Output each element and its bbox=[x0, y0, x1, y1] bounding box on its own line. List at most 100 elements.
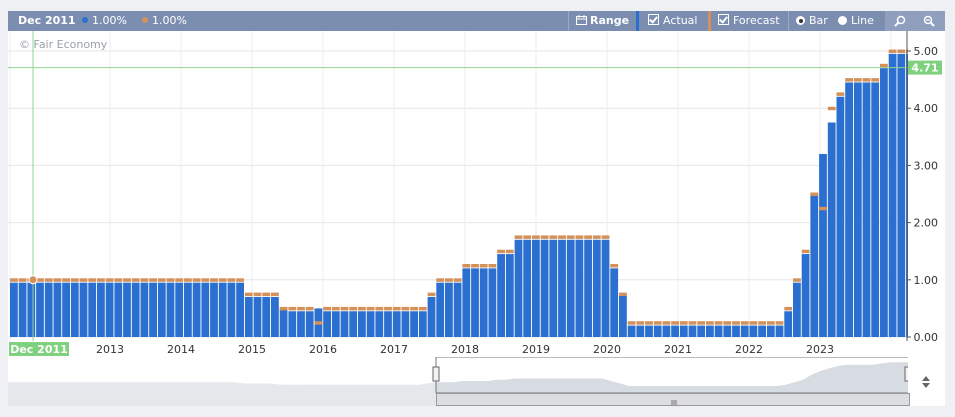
actual-bar bbox=[418, 311, 427, 337]
watermark: © Fair Economy bbox=[19, 38, 108, 51]
forecast-toggle[interactable]: Forecast bbox=[718, 11, 780, 31]
y-tick-label: 3.00 bbox=[914, 159, 939, 172]
forecast-marker bbox=[70, 278, 79, 282]
y-tick-label: 0.00 bbox=[914, 331, 939, 344]
forecast-marker bbox=[97, 278, 105, 282]
navigator-handle-left bbox=[432, 366, 440, 382]
forecast-marker bbox=[88, 278, 97, 282]
actual-bar bbox=[766, 325, 775, 337]
forecast-marker bbox=[558, 235, 566, 239]
forecast-marker bbox=[679, 321, 688, 325]
actual-bar bbox=[27, 282, 36, 337]
x-axis: Dec 2011 2013 2014 2015 2016 2017 2018 2019 2020… bbox=[8, 341, 908, 357]
zoom-out-button[interactable] bbox=[915, 11, 945, 31]
actual-bar bbox=[558, 239, 566, 337]
range-label: Range bbox=[590, 14, 630, 27]
actual-bar bbox=[862, 82, 871, 338]
actual-bar bbox=[584, 239, 592, 337]
actual-bar bbox=[166, 282, 175, 337]
navigator[interactable] bbox=[8, 356, 912, 394]
forecast-marker bbox=[827, 106, 836, 111]
actual-bar bbox=[436, 282, 445, 337]
forecast-marker bbox=[740, 321, 749, 325]
forecast-marker bbox=[227, 278, 236, 282]
forecast-marker bbox=[105, 278, 114, 282]
actual-bar bbox=[253, 296, 262, 337]
forecast-marker bbox=[418, 306, 427, 311]
actual-bar bbox=[880, 68, 888, 337]
forecast-marker bbox=[79, 278, 88, 282]
actual-bar bbox=[192, 282, 201, 337]
range-button[interactable]: Range bbox=[576, 11, 629, 31]
hover-point bbox=[28, 275, 38, 285]
actual-bar bbox=[175, 282, 184, 337]
forecast-marker bbox=[653, 321, 662, 325]
y-tick-label: 4.00 bbox=[914, 102, 939, 115]
actual-bar bbox=[218, 282, 227, 337]
actual-bar bbox=[671, 325, 679, 337]
forecast-marker bbox=[775, 321, 784, 325]
actual-toggle[interactable]: Actual bbox=[648, 11, 697, 31]
forecast-marker bbox=[366, 306, 375, 311]
actual-bar bbox=[488, 268, 497, 337]
forecast-marker bbox=[436, 278, 445, 282]
plot-area[interactable]: © Fair Economy bbox=[8, 31, 914, 341]
actual-bar bbox=[331, 311, 340, 337]
actual-bar bbox=[479, 268, 488, 337]
actual-bar bbox=[279, 308, 288, 337]
line-mode-option[interactable]: Line bbox=[838, 11, 874, 31]
actual-bar bbox=[645, 325, 653, 337]
actual-bar bbox=[392, 311, 401, 337]
actual-bar bbox=[853, 82, 862, 338]
forecast-marker bbox=[288, 306, 297, 311]
actual-bar bbox=[888, 53, 897, 338]
actual-bar bbox=[114, 282, 123, 337]
actual-bar bbox=[244, 296, 253, 337]
toolbar-date: Dec 2011 bbox=[18, 14, 76, 27]
forecast-marker bbox=[784, 306, 793, 311]
navigator-scrollbar-track[interactable] bbox=[8, 393, 910, 406]
actual-bar bbox=[140, 282, 149, 337]
forecast-marker bbox=[401, 306, 410, 311]
forecast-marker bbox=[766, 321, 775, 325]
zoom-in-button[interactable] bbox=[885, 11, 915, 31]
actual-bar bbox=[801, 254, 810, 337]
forecast-marker bbox=[880, 63, 888, 68]
forecast-marker bbox=[532, 235, 540, 239]
forecast-marker bbox=[732, 321, 740, 325]
forecast-marker bbox=[714, 321, 723, 325]
forecast-marker bbox=[471, 264, 479, 268]
navigator-scrollbar-thumb[interactable] bbox=[436, 393, 910, 406]
x-tick-label: 2017 bbox=[380, 343, 408, 356]
bar-mode-option[interactable]: Bar bbox=[796, 11, 828, 31]
actual-bar bbox=[610, 268, 619, 337]
scroll-arrows-icon[interactable] bbox=[918, 374, 934, 390]
x-tick-label: 2021 bbox=[664, 343, 692, 356]
forecast-marker bbox=[184, 278, 192, 282]
x-tick-label: 2018 bbox=[451, 343, 479, 356]
forecast-marker bbox=[697, 321, 706, 325]
forecast-marker bbox=[619, 292, 627, 297]
actual-bar bbox=[149, 282, 157, 337]
actual-bar bbox=[340, 311, 349, 337]
actual-bar bbox=[540, 239, 549, 337]
actual-bar bbox=[366, 311, 375, 337]
actual-bar bbox=[227, 282, 236, 337]
actual-bar bbox=[592, 239, 601, 337]
actual-bar bbox=[714, 325, 723, 337]
actual-bar bbox=[810, 194, 819, 337]
forecast-marker bbox=[636, 321, 645, 325]
forecast-marker bbox=[575, 235, 584, 239]
actual-bar bbox=[62, 282, 70, 337]
forecast-marker bbox=[314, 321, 323, 325]
actual-readout-value: 1.00% bbox=[92, 14, 127, 27]
forecast-marker bbox=[340, 306, 349, 311]
forecast-marker bbox=[505, 249, 514, 254]
actual-bar bbox=[740, 325, 749, 337]
forecast-marker bbox=[488, 264, 497, 268]
forecast-marker bbox=[627, 321, 636, 325]
forecast-marker bbox=[610, 264, 619, 268]
actual-bar bbox=[184, 282, 192, 337]
forecast-marker bbox=[244, 292, 253, 297]
actual-bar bbox=[70, 282, 79, 337]
